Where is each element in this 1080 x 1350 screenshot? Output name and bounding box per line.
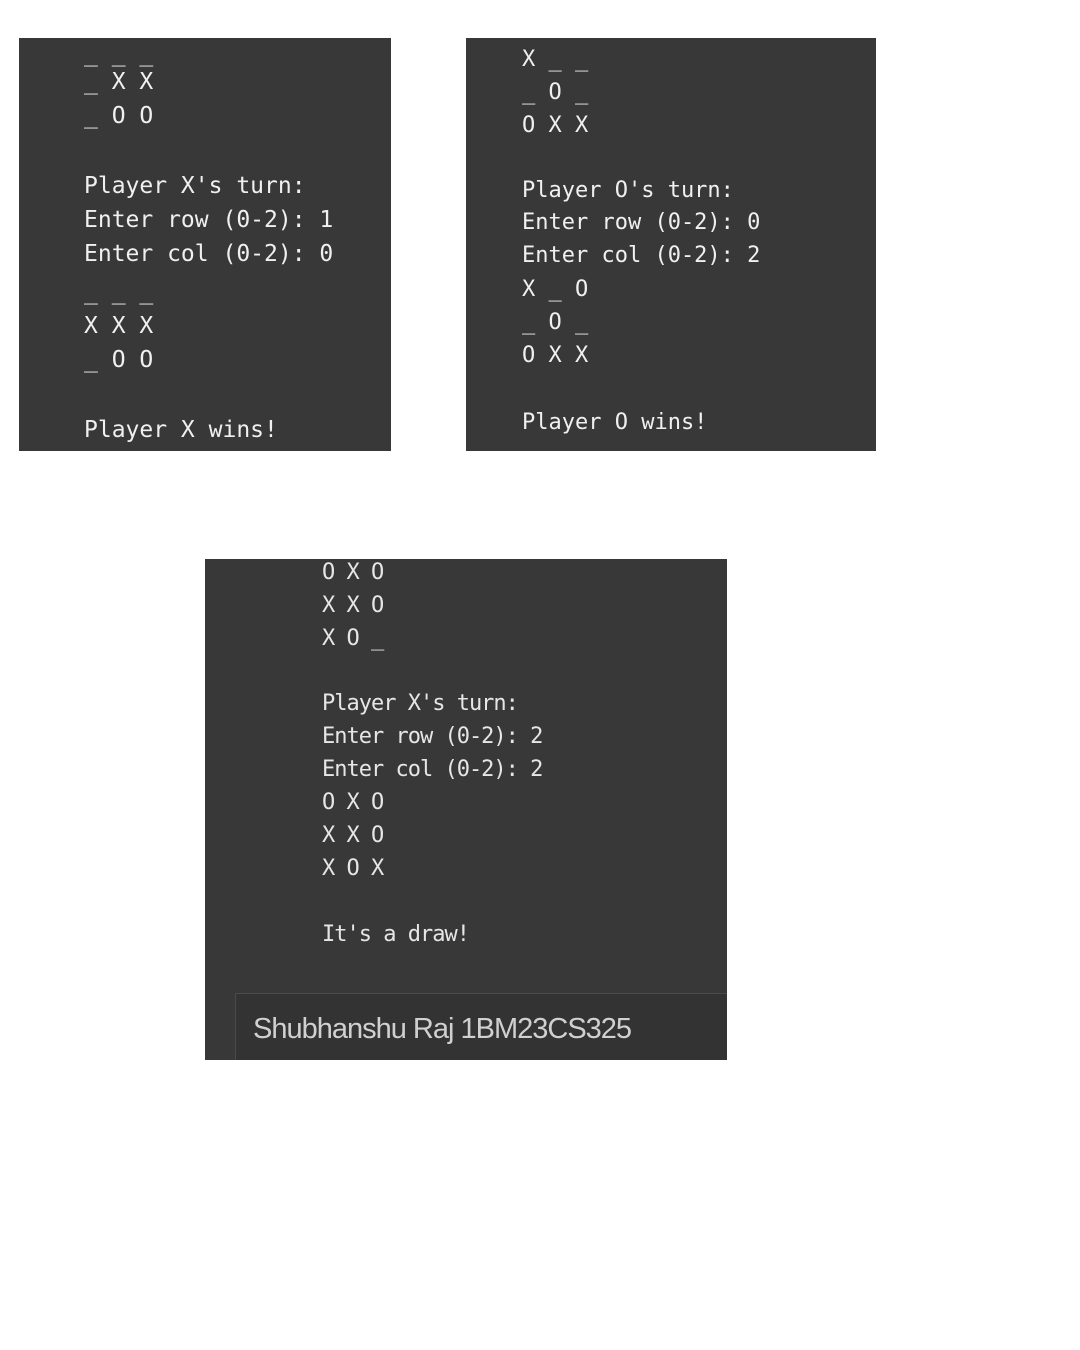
turn-prompt: Player O's turn: [522,178,734,203]
col-input-line: Enter col (0-2): 0 [84,241,334,267]
row-input-line: Enter row (0-2): 0 [522,210,761,235]
author-caption: Shubhanshu Raj 1BM23CS325 [253,1013,632,1045]
turn-prompt: Player X's turn: [322,691,519,716]
terminal-panel-x-wins: _ _ _ _ X X _ O O Player X's turn: Enter… [19,38,391,451]
board-row: X O X [322,856,384,881]
col-input-line: Enter col (0-2): 2 [322,757,543,782]
board-row: O X X [522,343,589,368]
terminal-panel-o-wins: X _ _ _ O _ O X X Player O's turn: Enter… [466,38,876,451]
row-input-line: Enter row (0-2): 2 [322,724,543,749]
result-message: Player O wins! [522,410,708,435]
board-row: X X O [322,593,384,618]
result-message: Player X wins! [84,417,278,443]
board-row: _ O O [84,347,154,373]
board-row: _ O _ [522,310,589,335]
board-row: X X X [84,313,154,339]
board-row: _ _ _ [84,279,154,305]
board-row: O X O [322,790,384,815]
board-row: O X O [322,560,384,585]
result-message: It's a draw! [322,922,470,947]
board-row: _ _ _ [84,41,154,67]
turn-prompt: Player X's turn: [84,173,306,199]
board-row: X _ _ [522,47,589,72]
col-input-line: Enter col (0-2): 2 [522,243,761,268]
board-row: X X O [322,823,384,848]
terminal-panel-draw: O X O X X O X O _ Player X's turn: Enter… [205,559,727,1060]
board-row: _ O _ [522,80,589,105]
board-row: X _ O [522,277,589,302]
board-row: O X X [522,113,589,138]
board-row: X O _ [322,626,384,651]
author-caption-bar: Shubhanshu Raj 1BM23CS325 [235,993,727,1060]
row-input-line: Enter row (0-2): 1 [84,207,334,233]
board-row: _ O O [84,103,154,129]
board-row: _ X X [84,69,154,95]
